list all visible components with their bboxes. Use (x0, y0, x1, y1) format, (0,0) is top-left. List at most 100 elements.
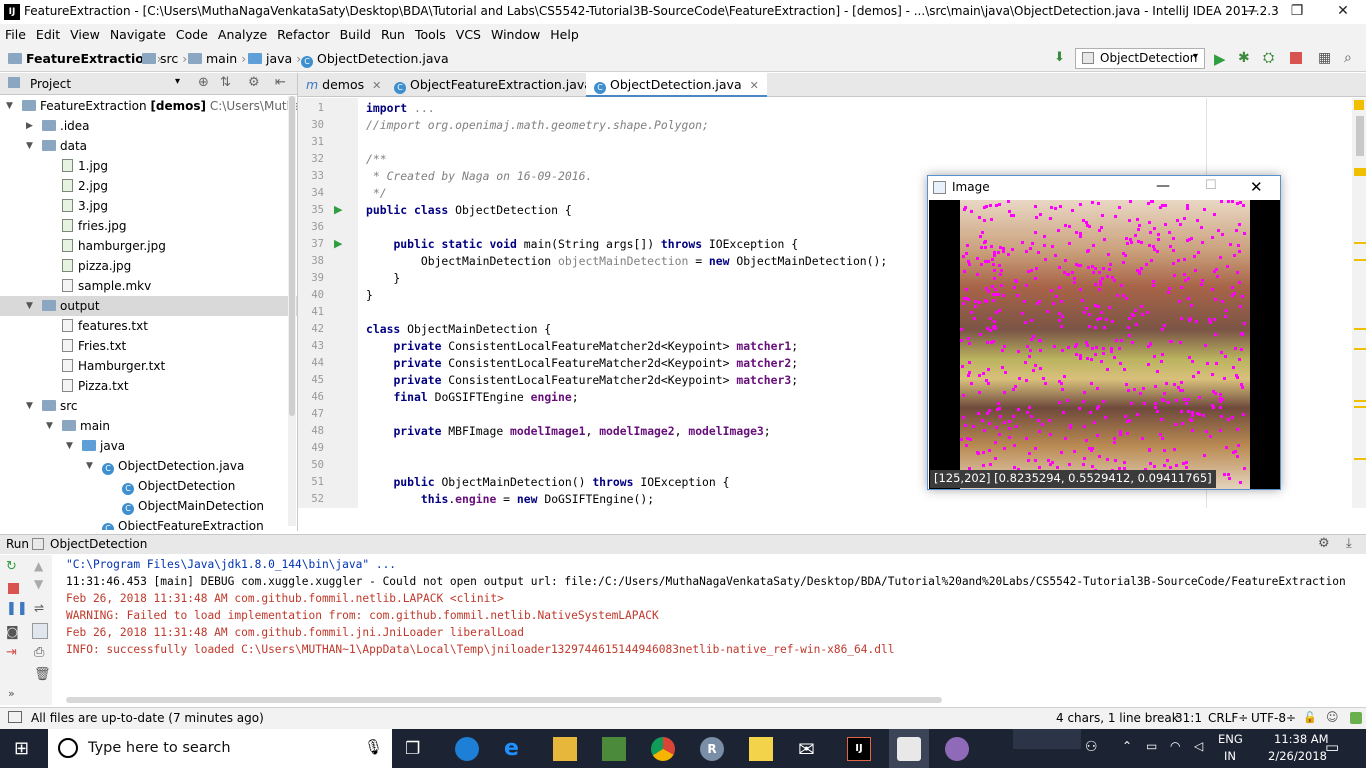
collapse-arrow-icon[interactable]: ▼ (46, 416, 53, 436)
scroll-to-end-icon[interactable] (32, 623, 48, 639)
close-button[interactable]: ✕ (1250, 178, 1263, 196)
wifi-icon[interactable]: ◠ (1170, 739, 1180, 753)
language-indicator[interactable]: ENG (1218, 732, 1243, 746)
taskbar-search[interactable]: Type here to search 🎙 (48, 729, 392, 768)
menu-navigate[interactable]: Navigate (105, 24, 171, 42)
menu-refactor[interactable]: Refactor (272, 24, 334, 42)
menu-window[interactable]: Window (486, 24, 545, 42)
close-tab-icon[interactable]: ✕ (750, 79, 759, 92)
tree-item[interactable]: Fries.txt (0, 336, 297, 356)
chrome-icon[interactable] (651, 737, 675, 761)
tree-item[interactable]: fries.jpg (0, 216, 297, 236)
breadcrumb-main[interactable]: main › (188, 51, 246, 66)
tree-root[interactable]: ▼ FeatureExtraction [demos] C:\Users\Mut… (0, 96, 297, 116)
minimize-button[interactable]: — (1228, 0, 1274, 24)
tree-item[interactable]: ▼ C ObjectDetection.java (0, 456, 297, 476)
console-output[interactable]: "C:\Program Files\Java\jdk1.8.0_144\bin\… (60, 555, 1366, 705)
run-icon[interactable]: ▶ (1214, 50, 1230, 68)
sticky-notes-icon[interactable] (749, 737, 773, 761)
lock-icon[interactable]: 🔓 (1303, 711, 1317, 724)
battery-icon[interactable]: ▭ (1146, 739, 1157, 753)
app-icon[interactable] (945, 737, 969, 761)
editor-tab[interactable]: CObjectFeatureExtraction.java✕ (386, 73, 617, 97)
task-view-icon[interactable]: ❐ (405, 737, 429, 761)
tree-scrollbar[interactable] (288, 96, 296, 526)
clock-time[interactable]: 11:38 AM (1274, 732, 1329, 746)
collapse-icon[interactable]: ⇅ (220, 75, 231, 90)
collapse-arrow-icon[interactable]: ▼ (26, 396, 33, 416)
tree-item[interactable]: 2.jpg (0, 176, 297, 196)
wrap-icon[interactable]: ⇌ (34, 601, 44, 615)
expand-arrow-icon[interactable]: ▼ (6, 96, 13, 116)
restore-button[interactable]: ❐ (1274, 0, 1320, 24)
windows-start-icon[interactable]: ⊞ (14, 737, 38, 761)
breadcrumb-file[interactable]: C ObjectDetection.java (301, 51, 449, 68)
tree-item[interactable]: sample.mkv (0, 276, 297, 296)
file-explorer-icon[interactable] (553, 737, 577, 761)
run-gutter-icon[interactable]: ▶ (334, 203, 342, 216)
tree-item[interactable]: C ObjectDetection (0, 476, 297, 496)
editor-tab[interactable]: m demos ✕ (298, 73, 389, 97)
tree-item[interactable]: pizza.jpg (0, 256, 297, 276)
search-icon[interactable]: ⌕ (1344, 50, 1360, 66)
collapse-arrow-icon[interactable]: ▼ (26, 136, 33, 156)
tree-item[interactable]: ▼ output (0, 296, 297, 316)
collapse-arrow-icon[interactable]: ▼ (26, 296, 33, 316)
tree-item[interactable]: C ObjectMainDetection (0, 496, 297, 516)
tree-item[interactable]: hamburger.jpg (0, 236, 297, 256)
tree-item[interactable]: ▶ .idea (0, 116, 297, 136)
file-encoding[interactable]: UTF-8÷ (1251, 711, 1296, 725)
up-icon[interactable]: ▲ (34, 559, 43, 573)
run-configuration-select[interactable]: ObjectDetection ▾ (1075, 48, 1205, 69)
down-icon[interactable]: ▼ (34, 577, 43, 591)
maximize-button[interactable]: ☐ (1205, 178, 1217, 193)
menu-help[interactable]: Help (545, 24, 584, 42)
notepad-plus-icon[interactable] (602, 737, 626, 761)
breadcrumb-java[interactable]: java › (248, 51, 301, 66)
intellij-taskbar-icon[interactable]: IJ (847, 737, 871, 761)
hide-icon[interactable]: ⤓ (1346, 536, 1352, 551)
chevron-down-icon[interactable]: ▾ (175, 76, 180, 87)
rerun-icon[interactable]: ↻ (6, 559, 17, 574)
more-icon[interactable]: » (8, 687, 15, 700)
r-icon[interactable]: R (700, 737, 724, 761)
collapse-arrow-icon[interactable]: ▼ (66, 436, 73, 456)
minimize-button[interactable]: — (1156, 178, 1170, 194)
image-canvas[interactable]: [125,202] [0.8235294, 0.5529412, 0.09411… (929, 200, 1280, 489)
menu-vcs[interactable]: VCS (451, 24, 486, 42)
panel-toggle-icon[interactable] (8, 711, 22, 723)
volume-icon[interactable]: ◁ (1194, 739, 1203, 753)
menu-analyze[interactable]: Analyze (213, 24, 272, 42)
print-icon[interactable]: ⎙ (34, 645, 44, 660)
debug-icon[interactable]: ✱ (1238, 50, 1254, 66)
cursor-position[interactable]: 31:1 (1175, 711, 1202, 725)
inspector-icon[interactable]: ☺ (1326, 710, 1339, 724)
line-separator[interactable]: CRLF÷ (1208, 711, 1248, 725)
pause-icon[interactable]: ❚❚ (6, 601, 28, 616)
editor-scrollbar[interactable] (1352, 98, 1366, 508)
mail-icon[interactable]: ✉ (798, 737, 822, 761)
exit-icon[interactable]: ⇥ (6, 645, 17, 660)
close-button[interactable]: ✕ (1320, 0, 1366, 24)
menu-edit[interactable]: Edit (31, 24, 65, 42)
clock-date[interactable]: 2/26/2018 (1268, 749, 1327, 763)
breadcrumb-src[interactable]: src › (142, 51, 187, 66)
menu-tools[interactable]: Tools (410, 24, 451, 42)
tree-item[interactable]: ▼ main (0, 416, 297, 436)
menu-file[interactable]: File (0, 24, 31, 42)
menu-view[interactable]: View (65, 24, 105, 42)
tree-item[interactable]: Pizza.txt (0, 376, 297, 396)
project-panel-title[interactable]: Project (30, 77, 71, 91)
microphone-icon[interactable]: 🎙 (364, 738, 383, 756)
java-taskbar-active[interactable] (889, 729, 929, 768)
trash-icon[interactable]: 🗑 (34, 667, 51, 682)
run-config-tab[interactable]: ObjectDetection (50, 537, 147, 551)
gear-icon[interactable]: ⚙ (248, 75, 260, 90)
chevron-up-icon[interactable]: ⌃ (1122, 739, 1132, 753)
warning-indicator-icon[interactable] (1354, 100, 1364, 110)
tree-item[interactable]: ▼ data (0, 136, 297, 156)
tree-item[interactable]: ▼ java (0, 436, 297, 456)
dump-threads-icon[interactable]: ◙ (6, 625, 19, 640)
region-indicator[interactable]: IN (1224, 749, 1236, 763)
people-icon[interactable]: ⚇ (1085, 739, 1098, 755)
